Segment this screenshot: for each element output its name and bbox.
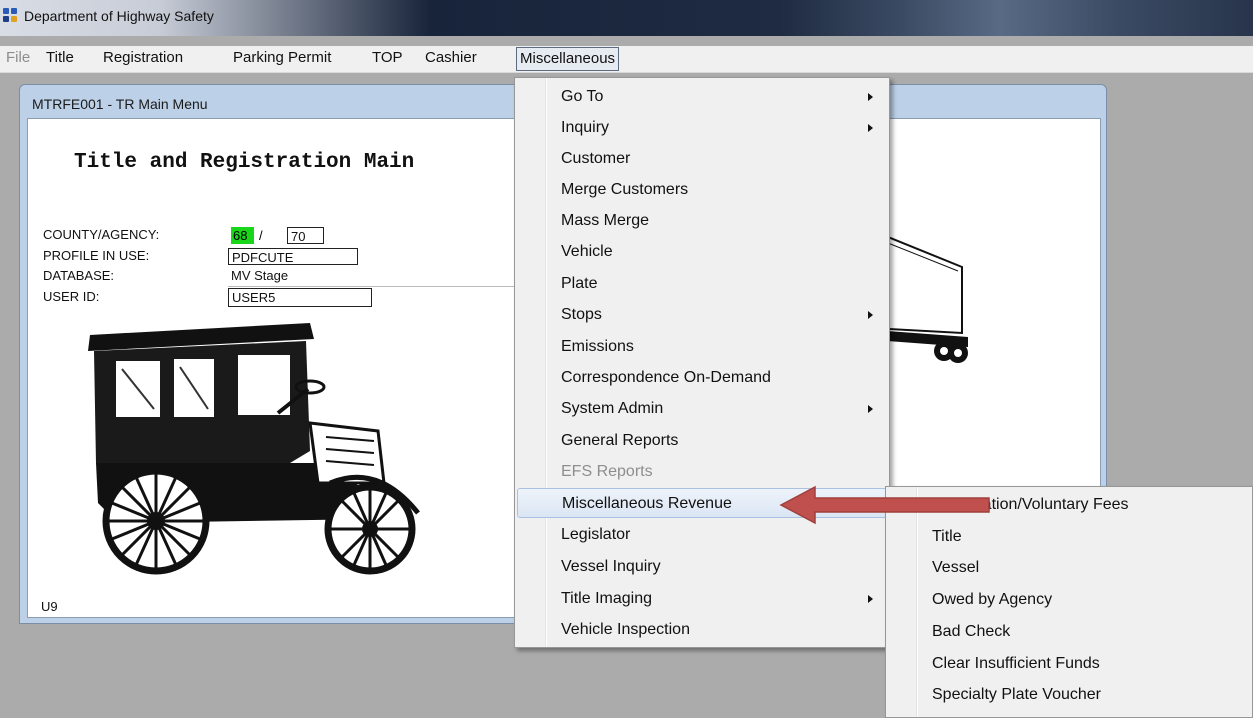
menu-item-label: Clear Insufficient Funds — [932, 655, 1100, 672]
window-title: Department of Highway Safety — [24, 8, 214, 24]
menu-item-mass-merge[interactable]: Mass Merge — [517, 206, 887, 236]
county-field[interactable]: 68 — [231, 227, 254, 244]
database-underline — [228, 286, 536, 287]
menu-bar: File Title Registration Parking Permit T… — [0, 46, 1253, 73]
submenu-arrow-icon — [868, 124, 873, 132]
menu-item-label: General Reports — [561, 432, 679, 449]
menu-item-merge-customers[interactable]: Merge Customers — [517, 175, 887, 205]
menu-registration[interactable]: Registration — [103, 46, 183, 70]
user-id-field[interactable]: USER5 — [228, 288, 372, 307]
menu-item-correspondence[interactable]: Correspondence On-Demand — [517, 363, 887, 393]
menu-item-label: Stops — [561, 306, 602, 323]
county-agency-label: COUNTY/AGENCY: — [43, 227, 160, 242]
user-id-label: USER ID: — [43, 289, 100, 304]
menu-item-general-reports[interactable]: General Reports — [517, 426, 887, 456]
menu-item-label: System Admin — [561, 400, 664, 417]
menu-item-label: Vehicle — [561, 243, 613, 260]
menu-item-label: Legislator — [561, 526, 631, 543]
menu-item-label: Vehicle Inspection — [561, 621, 690, 638]
database-label: DATABASE: — [43, 268, 115, 283]
menu-item-system-admin[interactable]: System Admin — [517, 394, 887, 424]
menu-item-go-to[interactable]: Go To — [517, 82, 887, 112]
menu-item-vehicle-inspection[interactable]: Vehicle Inspection — [517, 615, 887, 645]
menu-item-label: EFS Reports — [561, 463, 653, 480]
submenu-arrow-icon — [868, 311, 873, 319]
child-window-title: MTRFE001 - TR Main Menu — [32, 96, 208, 112]
submenu-arrow-icon — [868, 595, 873, 603]
submenu-arrow-icon — [868, 405, 873, 413]
menu-item-plate[interactable]: Plate — [517, 269, 887, 299]
menu-item-title-imaging[interactable]: Title Imaging — [517, 584, 887, 614]
menu-item-vessel-inquiry[interactable]: Vessel Inquiry — [517, 552, 887, 582]
submenu-arrow-icon — [868, 93, 873, 101]
menu-item-label: Plate — [561, 275, 598, 292]
profile-field[interactable]: PDFCUTE — [228, 248, 358, 265]
menu-item-label: Merge Customers — [561, 181, 689, 198]
truck-image — [888, 237, 968, 363]
menu-item-label: Go To — [561, 88, 604, 105]
menu-file[interactable]: File — [6, 46, 30, 70]
annotation-arrow — [779, 485, 990, 525]
agency-field[interactable]: 70 — [287, 227, 324, 244]
menu-item-label: Bad Check — [932, 623, 1011, 640]
menu-item-stops[interactable]: Stops — [517, 300, 887, 330]
miscellaneous-menu: Go To Inquiry Customer Merge Customers M… — [514, 77, 890, 648]
menu-item-label: Mass Merge — [561, 212, 650, 229]
menu-item-label: Owed by Agency — [932, 591, 1053, 608]
menu-item-label: Title Imaging — [561, 590, 652, 607]
menu-cashier[interactable]: Cashier — [425, 46, 477, 70]
menu-title[interactable]: Title — [46, 46, 74, 70]
menu-item-emissions[interactable]: Emissions — [517, 332, 887, 362]
footer-code: U9 — [41, 599, 58, 614]
menu-miscellaneous[interactable]: Miscellaneous — [516, 47, 620, 71]
menu-item-label: Miscellaneous Revenue — [562, 495, 732, 512]
menu-item-inquiry[interactable]: Inquiry — [517, 113, 887, 143]
menu-item-customer[interactable]: Customer — [517, 144, 887, 174]
submenu-item-vessel[interactable]: Vessel — [888, 552, 1250, 583]
menu-item-label: Specialty Plate Voucher — [932, 686, 1101, 703]
database-field: MV Stage — [228, 267, 318, 284]
agency-separator: / — [259, 228, 263, 243]
submenu-item-owed-by-agency[interactable]: Owed by Agency — [888, 584, 1250, 615]
menu-item-vehicle[interactable]: Vehicle — [517, 237, 887, 267]
app-icon — [3, 8, 19, 24]
profile-label: PROFILE IN USE: — [43, 248, 150, 263]
page-heading: Title and Registration Main — [74, 151, 415, 174]
submenu-item-bad-check[interactable]: Bad Check — [888, 616, 1250, 647]
menu-item-label: Correspondence On-Demand — [561, 369, 771, 386]
antique-car-image — [88, 323, 420, 575]
menu-item-label: Vessel — [932, 559, 980, 576]
menu-parking-permit[interactable]: Parking Permit — [233, 46, 331, 70]
menu-item-label: Emissions — [561, 338, 634, 355]
menu-item-label: Customer — [561, 150, 631, 167]
window-titlebar: Department of Highway Safety — [0, 0, 1253, 36]
menu-item-label: Vessel Inquiry — [561, 558, 661, 575]
submenu-item-specialty-plate-voucher[interactable]: Specialty Plate Voucher — [888, 679, 1250, 710]
submenu-item-clear-insufficient-funds[interactable]: Clear Insufficient Funds — [888, 648, 1250, 679]
menu-top[interactable]: TOP — [372, 46, 403, 70]
menu-item-label: Inquiry — [561, 119, 610, 136]
